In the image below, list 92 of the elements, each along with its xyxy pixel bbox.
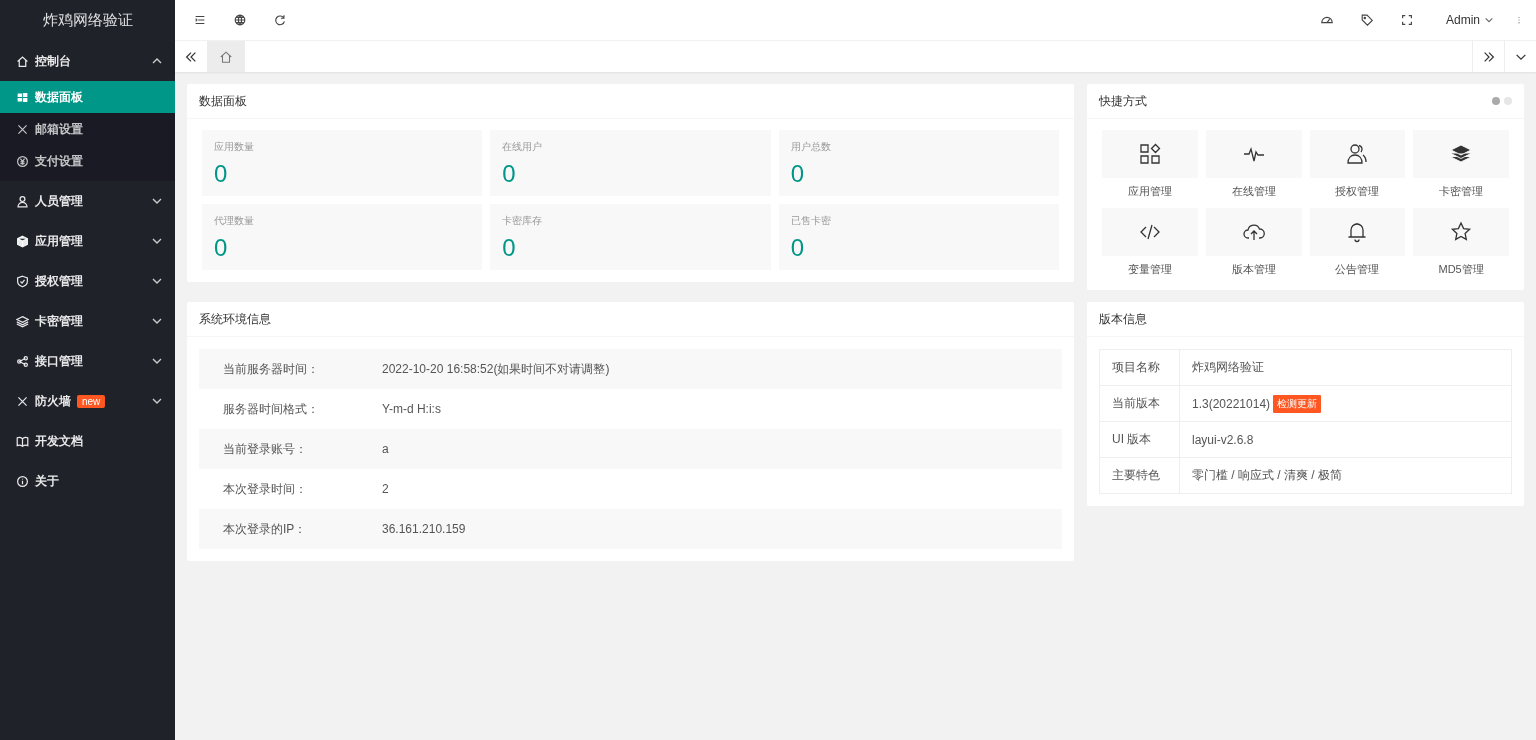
nav-item[interactable]: 开发文档 (0, 421, 175, 461)
scroll-left-button[interactable] (175, 41, 207, 72)
scroll-right-button[interactable] (1472, 41, 1504, 72)
table-cell: 项目名称 (1100, 350, 1180, 385)
nav-item[interactable]: 防火墙 new (0, 381, 175, 421)
nav-subitem[interactable]: 支付设置 (0, 145, 175, 177)
nav-item[interactable]: 控制台 (0, 41, 175, 81)
fullscreen-icon[interactable] (1400, 13, 1414, 27)
tools-icon (16, 122, 29, 136)
shortcut-tile[interactable] (1413, 130, 1509, 178)
card-title: 快捷方式 (1099, 92, 1147, 110)
shortcut-label[interactable]: 授权管理 (1335, 178, 1380, 204)
home-tab[interactable] (207, 41, 245, 72)
share-icon (16, 354, 29, 368)
info-label: 服务器时间格式： (223, 400, 320, 418)
table-cell: 1.3(20221014) (1192, 396, 1271, 411)
tools-icon (16, 394, 29, 408)
shortcut-tile[interactable] (1413, 208, 1509, 256)
info-value: 2 (382, 482, 389, 496)
shortcut-tile[interactable] (1205, 208, 1302, 256)
shield-icon (16, 274, 29, 288)
stat-label: 用户总数 (790, 140, 832, 154)
stat-value: 0 (214, 162, 228, 186)
card-title: 版本信息 (1099, 310, 1147, 328)
app-title: 炸鸡网络验证 (41, 10, 134, 30)
info-label: 本次登录时间： (223, 480, 308, 498)
stat-label: 在线用户 (502, 140, 544, 154)
shortcut-tile[interactable] (1309, 130, 1406, 178)
stat-label: 已售卡密 (790, 214, 832, 228)
stat-value: 0 (502, 236, 516, 260)
globe-icon[interactable] (233, 13, 247, 27)
info-label: 当前服务器时间： (223, 360, 320, 378)
stat-value: 0 (502, 162, 516, 186)
table-cell: 零门槛 / 响应式 / 清爽 / 极简 (1192, 467, 1342, 484)
info-value: Y-m-d H:i:s (382, 402, 441, 416)
card-title: 系统环境信息 (199, 310, 271, 328)
info-value: a (382, 442, 389, 456)
info-value: 36.161.210.159 (382, 522, 466, 536)
nav-item[interactable]: 授权管理 (0, 261, 175, 301)
shortcut-tile[interactable] (1102, 208, 1198, 256)
apps-icon (1137, 142, 1162, 166)
user-menu[interactable]: Admin (1446, 13, 1494, 27)
stat-value: 0 (214, 236, 228, 260)
shortcut-label[interactable]: 在线管理 (1231, 178, 1276, 204)
stat-label: 应用数量 (214, 140, 255, 154)
table-cell: 炸鸡网络验证 (1192, 359, 1264, 376)
table-cell: 当前版本 (1100, 386, 1180, 421)
carousel-dot[interactable] (1492, 97, 1500, 105)
layers-icon (16, 314, 29, 328)
caret-icon (1484, 15, 1494, 25)
stat-label: 卡密库存 (502, 214, 544, 228)
card-title: 数据面板 (199, 92, 247, 110)
shortcut-label[interactable]: 卡密管理 (1439, 178, 1484, 204)
carousel-dot[interactable] (1504, 97, 1512, 105)
shortcut-tile[interactable] (1309, 208, 1406, 256)
refresh-icon[interactable] (273, 13, 287, 27)
shortcut-label[interactable]: 版本管理 (1231, 256, 1276, 282)
home-icon (219, 49, 233, 64)
book-icon (16, 434, 29, 448)
shortcut-label[interactable]: 变量管理 (1127, 256, 1172, 282)
table-cell: layui-v2.6.8 (1192, 432, 1254, 447)
nav-item[interactable]: 接口管理 (0, 341, 175, 381)
users-icon (1345, 142, 1370, 166)
stat-value: 0 (790, 236, 804, 260)
double-chevron-left-icon (184, 49, 198, 64)
nav-subitem[interactable]: 数据面板 (0, 81, 175, 113)
windows-icon (16, 90, 29, 104)
info-icon (16, 474, 29, 488)
nav-subitem[interactable]: 邮箱设置 (0, 113, 175, 145)
nav-item[interactable]: 卡密管理 (0, 301, 175, 341)
tag-icon[interactable] (1360, 13, 1374, 27)
home-icon (16, 54, 29, 68)
table-cell: UI 版本 (1100, 422, 1180, 457)
nav-item[interactable]: 应用管理 (0, 221, 175, 261)
yen-icon (16, 154, 29, 168)
shortcut-label[interactable]: 公告管理 (1335, 256, 1380, 282)
new-badge: new (77, 394, 106, 408)
menu-icon[interactable] (193, 13, 207, 27)
cube-icon (16, 234, 29, 248)
stat-label: 代理数量 (214, 214, 255, 228)
table-cell: 主要特色 (1100, 458, 1180, 493)
shortcut-tile[interactable] (1205, 130, 1302, 178)
stat-value: 0 (790, 162, 804, 186)
user-icon (16, 194, 29, 208)
info-value: 2022-10-20 16:58:52(如果时间不对请调整) (382, 360, 610, 378)
shortcut-tile[interactable] (1102, 130, 1198, 178)
shortcut-label[interactable]: 应用管理 (1127, 178, 1172, 204)
info-label: 本次登录的IP： (223, 520, 308, 538)
nav-item[interactable]: 人员管理 (0, 181, 175, 221)
nav-item[interactable]: 关于 (0, 461, 175, 501)
shortcut-label[interactable]: MD5管理 (1438, 256, 1484, 282)
info-label: 当前登录账号： (223, 440, 308, 458)
